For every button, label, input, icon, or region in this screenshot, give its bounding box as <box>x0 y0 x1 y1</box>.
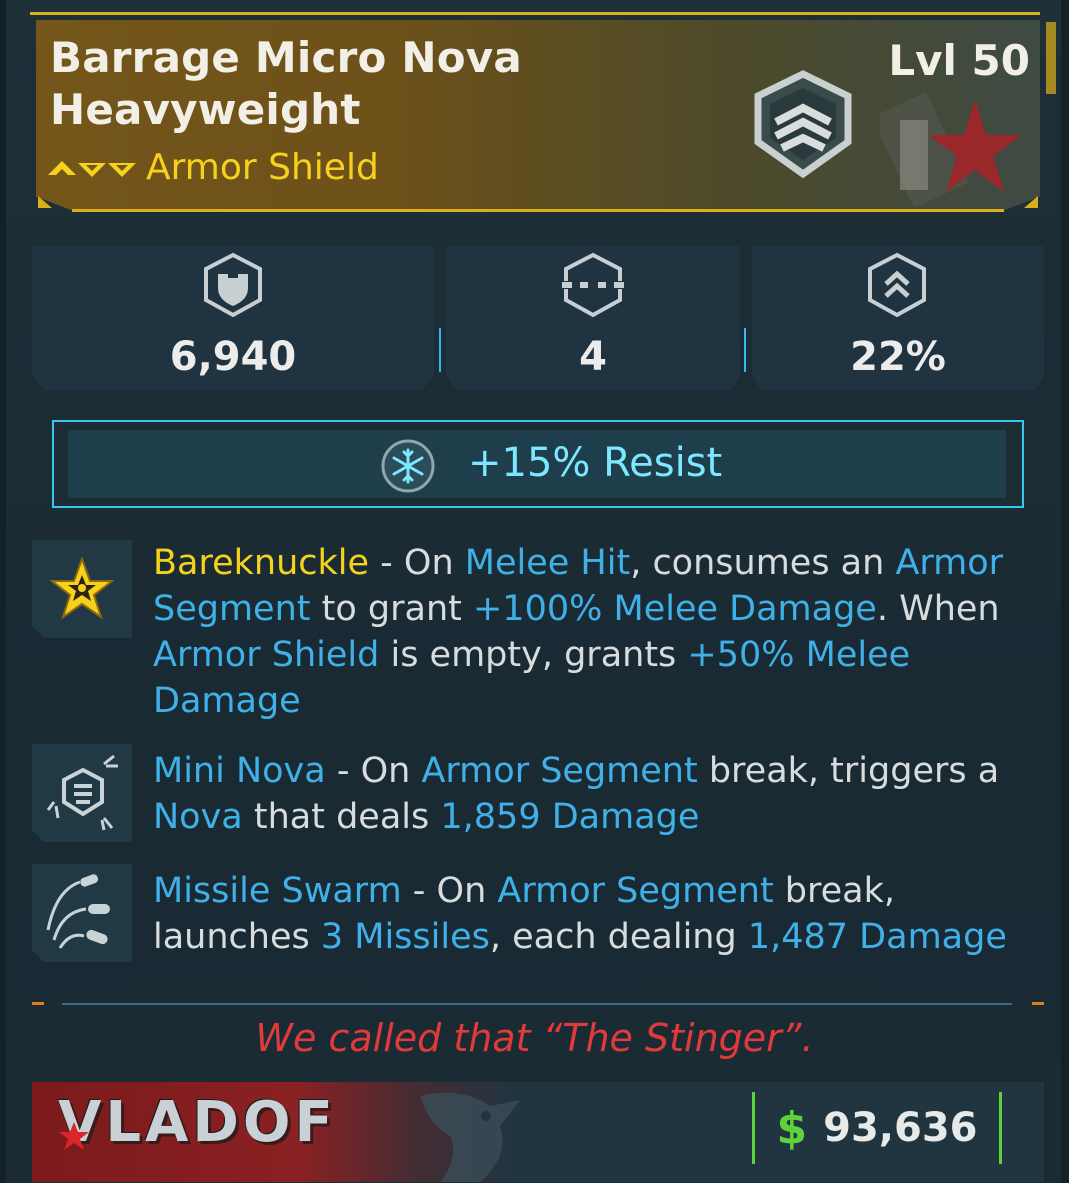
manufacturer-eagle-icon <box>420 1092 520 1182</box>
flavor-divider <box>62 1003 1012 1005</box>
cryo-snowflake-icon <box>381 439 435 493</box>
card-rail-left <box>0 0 6 1183</box>
resist-label: +15% Resist <box>468 440 723 486</box>
rarity-top-line <box>30 12 1040 15</box>
rarity-chevrons-icon <box>48 161 136 177</box>
perk-mini-nova-text: Mini Nova - On Armor Segment break, trig… <box>153 751 1000 837</box>
perk-missile-swarm-name: Missile Swarm <box>153 871 402 911</box>
item-name: Barrage Micro Nova Heavyweight <box>50 32 650 136</box>
perk-bareknuckle-text: Bareknuckle - On Melee Hit, consumes an … <box>153 543 1004 721</box>
card-rail-right <box>1061 0 1069 1183</box>
vladof-emblem-icon <box>880 92 1022 208</box>
flavor-tick-left <box>32 1002 44 1005</box>
recharge-icon <box>868 252 926 318</box>
item-type: Armor Shield <box>146 146 379 188</box>
missile-swarm-icon <box>46 874 110 949</box>
armor-segments-icon <box>560 252 626 318</box>
stat-segments-value: 4 <box>579 334 607 380</box>
money-icon: $ <box>776 1102 808 1154</box>
perk-bareknuckle-name: Bareknuckle <box>153 543 370 583</box>
bareknuckle-star-icon <box>50 557 114 620</box>
stat-divider-1 <box>439 328 441 372</box>
item-name-line2: Heavyweight <box>50 85 361 134</box>
mini-nova-icon <box>46 754 118 831</box>
flavor-tick-right <box>1032 1002 1044 1005</box>
header-underline <box>72 209 1004 212</box>
item-level: Lvl 50 <box>888 36 1030 85</box>
price-box: $ 93,636 <box>752 1092 1002 1164</box>
shield-capacity-icon <box>204 252 262 318</box>
perk-mini-nova-name: Mini Nova <box>153 751 326 791</box>
stat-capacity-value: 6,940 <box>169 334 297 380</box>
stat-divider-2 <box>744 328 746 372</box>
item-card: Barrage Micro Nova Heavyweight Lvl 50 Ar… <box>0 0 1069 1183</box>
stat-recharge-value: 22% <box>850 334 946 380</box>
shield-tier-icon <box>754 70 852 179</box>
price-value: 93,636 <box>823 1105 978 1151</box>
card-side-tab <box>1046 22 1056 94</box>
item-name-line1: Barrage Micro Nova <box>50 33 522 82</box>
perk-missile-swarm-text: Missile Swarm - On Armor Segment break, … <box>153 871 1007 957</box>
manufacturer-name: VLADOF <box>58 1090 337 1155</box>
corner-marker-left <box>38 196 52 208</box>
item-type-row: Armor Shield <box>48 146 379 188</box>
manufacturer-star-icon <box>59 1122 89 1150</box>
flavor-text: We called that “The Stinger”. <box>255 1016 814 1060</box>
